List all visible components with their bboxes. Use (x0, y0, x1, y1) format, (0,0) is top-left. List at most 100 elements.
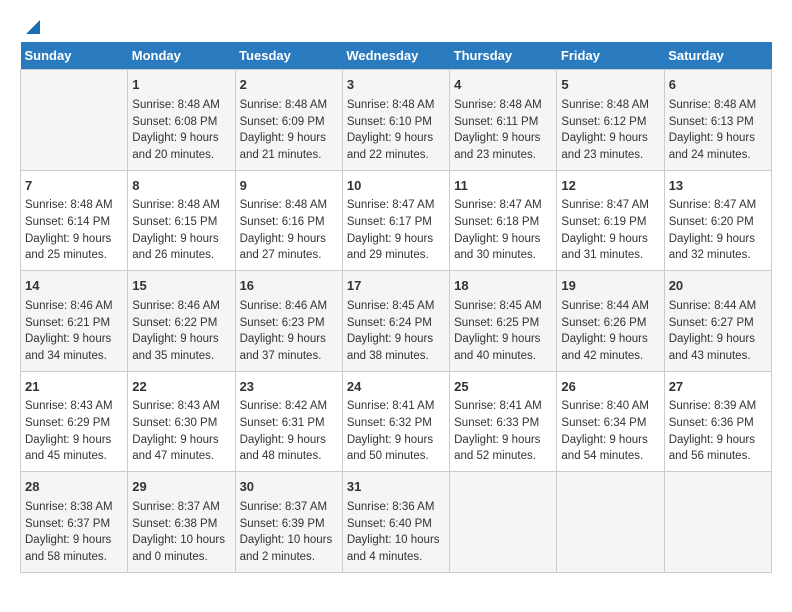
sunset-text: Sunset: 6:34 PM (561, 417, 646, 429)
daylight-text: Daylight: 10 hours and 2 minutes. (240, 534, 333, 563)
day-number: 13 (669, 177, 767, 196)
daylight-text: Daylight: 9 hours and 47 minutes. (132, 434, 218, 463)
calendar-cell: 21Sunrise: 8:43 AMSunset: 6:29 PMDayligh… (21, 371, 128, 472)
calendar-cell: 25Sunrise: 8:41 AMSunset: 6:33 PMDayligh… (450, 371, 557, 472)
day-number: 25 (454, 378, 552, 397)
calendar-cell (557, 472, 664, 573)
calendar-cell: 20Sunrise: 8:44 AMSunset: 6:27 PMDayligh… (664, 271, 771, 372)
sunrise-text: Sunrise: 8:48 AM (132, 199, 220, 211)
sunrise-text: Sunrise: 8:48 AM (240, 99, 328, 111)
header-cell-thursday: Thursday (450, 42, 557, 70)
daylight-text: Daylight: 9 hours and 48 minutes. (240, 434, 326, 463)
day-number: 26 (561, 378, 659, 397)
sunrise-text: Sunrise: 8:47 AM (347, 199, 435, 211)
calendar-cell: 15Sunrise: 8:46 AMSunset: 6:22 PMDayligh… (128, 271, 235, 372)
sunrise-text: Sunrise: 8:42 AM (240, 400, 328, 412)
calendar-cell: 5Sunrise: 8:48 AMSunset: 6:12 PMDaylight… (557, 70, 664, 171)
sunrise-text: Sunrise: 8:47 AM (454, 199, 542, 211)
calendar-cell: 28Sunrise: 8:38 AMSunset: 6:37 PMDayligh… (21, 472, 128, 573)
calendar-cell: 31Sunrise: 8:36 AMSunset: 6:40 PMDayligh… (342, 472, 449, 573)
calendar-cell: 6Sunrise: 8:48 AMSunset: 6:13 PMDaylight… (664, 70, 771, 171)
calendar-cell (21, 70, 128, 171)
day-number: 23 (240, 378, 338, 397)
calendar-cell: 23Sunrise: 8:42 AMSunset: 6:31 PMDayligh… (235, 371, 342, 472)
daylight-text: Daylight: 9 hours and 22 minutes. (347, 132, 433, 161)
daylight-text: Daylight: 9 hours and 26 minutes. (132, 233, 218, 262)
sunset-text: Sunset: 6:27 PM (669, 317, 754, 329)
daylight-text: Daylight: 9 hours and 54 minutes. (561, 434, 647, 463)
day-number: 5 (561, 76, 659, 95)
sunset-text: Sunset: 6:32 PM (347, 417, 432, 429)
day-number: 17 (347, 277, 445, 296)
sunset-text: Sunset: 6:40 PM (347, 518, 432, 530)
sunset-text: Sunset: 6:33 PM (454, 417, 539, 429)
calendar-cell: 12Sunrise: 8:47 AMSunset: 6:19 PMDayligh… (557, 170, 664, 271)
calendar-cell: 30Sunrise: 8:37 AMSunset: 6:39 PMDayligh… (235, 472, 342, 573)
calendar-cell: 3 Sunrise: 8:48 AM Sunset: 6:10 PM Daylight… (342, 70, 449, 171)
sunset-text: Sunset: 6:22 PM (132, 317, 217, 329)
daylight-text: Daylight: 9 hours and 30 minutes. (454, 233, 540, 262)
calendar-cell: 24Sunrise: 8:41 AMSunset: 6:32 PMDayligh… (342, 371, 449, 472)
calendar-cell: 9Sunrise: 8:48 AMSunset: 6:16 PMDaylight… (235, 170, 342, 271)
daylight-text: Daylight: 9 hours and 40 minutes. (454, 333, 540, 362)
calendar-cell: 17Sunrise: 8:45 AMSunset: 6:24 PMDayligh… (342, 271, 449, 372)
day-number: 11 (454, 177, 552, 196)
sunrise-text: Sunrise: 8:46 AM (132, 300, 220, 312)
header-cell-wednesday: Wednesday (342, 42, 449, 70)
sunset-text: Sunset: 6:13 PM (669, 116, 754, 128)
sunrise-text: Sunrise: 8:48 AM (669, 99, 757, 111)
daylight-text: Daylight: 9 hours and 23 minutes. (561, 132, 647, 161)
sunrise-text: Sunrise: 8:48 AM (132, 99, 220, 111)
daylight-text: Daylight: 9 hours and 42 minutes. (561, 333, 647, 362)
sunset-text: Sunset: 6:12 PM (561, 116, 646, 128)
day-number: 16 (240, 277, 338, 296)
week-row-3: 14Sunrise: 8:46 AMSunset: 6:21 PMDayligh… (21, 271, 772, 372)
day-number: 6 (669, 76, 767, 95)
daylight-text: Daylight: 9 hours and 56 minutes. (669, 434, 755, 463)
daylight-text: Daylight: 9 hours and 32 minutes. (669, 233, 755, 262)
day-number: 9 (240, 177, 338, 196)
calendar-cell (450, 472, 557, 573)
sunset-text: Sunset: 6:11 PM (454, 116, 538, 128)
header-cell-saturday: Saturday (664, 42, 771, 70)
day-number: 12 (561, 177, 659, 196)
day-number: 1 (132, 76, 230, 95)
sunset-text: Sunset: 6:10 PM (347, 116, 432, 128)
daylight-text: Daylight: 9 hours and 35 minutes. (132, 333, 218, 362)
daylight-text: Daylight: 9 hours and 20 minutes. (132, 132, 218, 161)
sunset-text: Sunset: 6:29 PM (25, 417, 110, 429)
daylight-text: Daylight: 9 hours and 45 minutes. (25, 434, 111, 463)
sunset-text: Sunset: 6:08 PM (132, 116, 217, 128)
day-number: 19 (561, 277, 659, 296)
header-cell-tuesday: Tuesday (235, 42, 342, 70)
calendar-cell: 13Sunrise: 8:47 AMSunset: 6:20 PMDayligh… (664, 170, 771, 271)
sunrise-text: Sunrise: 8:41 AM (347, 400, 435, 412)
week-row-1: 1 Sunrise: 8:48 AM Sunset: 6:08 PM Daylight… (21, 70, 772, 171)
sunset-text: Sunset: 6:24 PM (347, 317, 432, 329)
day-number: 3 (347, 76, 445, 95)
sunrise-text: Sunrise: 8:38 AM (25, 501, 113, 513)
daylight-text: Daylight: 10 hours and 4 minutes. (347, 534, 440, 563)
calendar-cell: 11Sunrise: 8:47 AMSunset: 6:18 PMDayligh… (450, 170, 557, 271)
sunset-text: Sunset: 6:23 PM (240, 317, 325, 329)
sunset-text: Sunset: 6:26 PM (561, 317, 646, 329)
daylight-text: Daylight: 9 hours and 52 minutes. (454, 434, 540, 463)
day-number: 10 (347, 177, 445, 196)
day-number: 2 (240, 76, 338, 95)
sunset-text: Sunset: 6:19 PM (561, 216, 646, 228)
sunrise-text: Sunrise: 8:48 AM (347, 99, 435, 111)
sunrise-text: Sunrise: 8:40 AM (561, 400, 649, 412)
calendar-cell: 7Sunrise: 8:48 AMSunset: 6:14 PMDaylight… (21, 170, 128, 271)
calendar-cell: 18Sunrise: 8:45 AMSunset: 6:25 PMDayligh… (450, 271, 557, 372)
header-cell-friday: Friday (557, 42, 664, 70)
day-number: 30 (240, 478, 338, 497)
daylight-text: Daylight: 9 hours and 27 minutes. (240, 233, 326, 262)
sunrise-text: Sunrise: 8:45 AM (347, 300, 435, 312)
calendar-cell: 19Sunrise: 8:44 AMSunset: 6:26 PMDayligh… (557, 271, 664, 372)
sunset-text: Sunset: 6:39 PM (240, 518, 325, 530)
logo-arrow-icon (22, 16, 44, 38)
week-row-4: 21Sunrise: 8:43 AMSunset: 6:29 PMDayligh… (21, 371, 772, 472)
daylight-text: Daylight: 9 hours and 23 minutes. (454, 132, 540, 161)
day-number: 27 (669, 378, 767, 397)
day-number: 22 (132, 378, 230, 397)
